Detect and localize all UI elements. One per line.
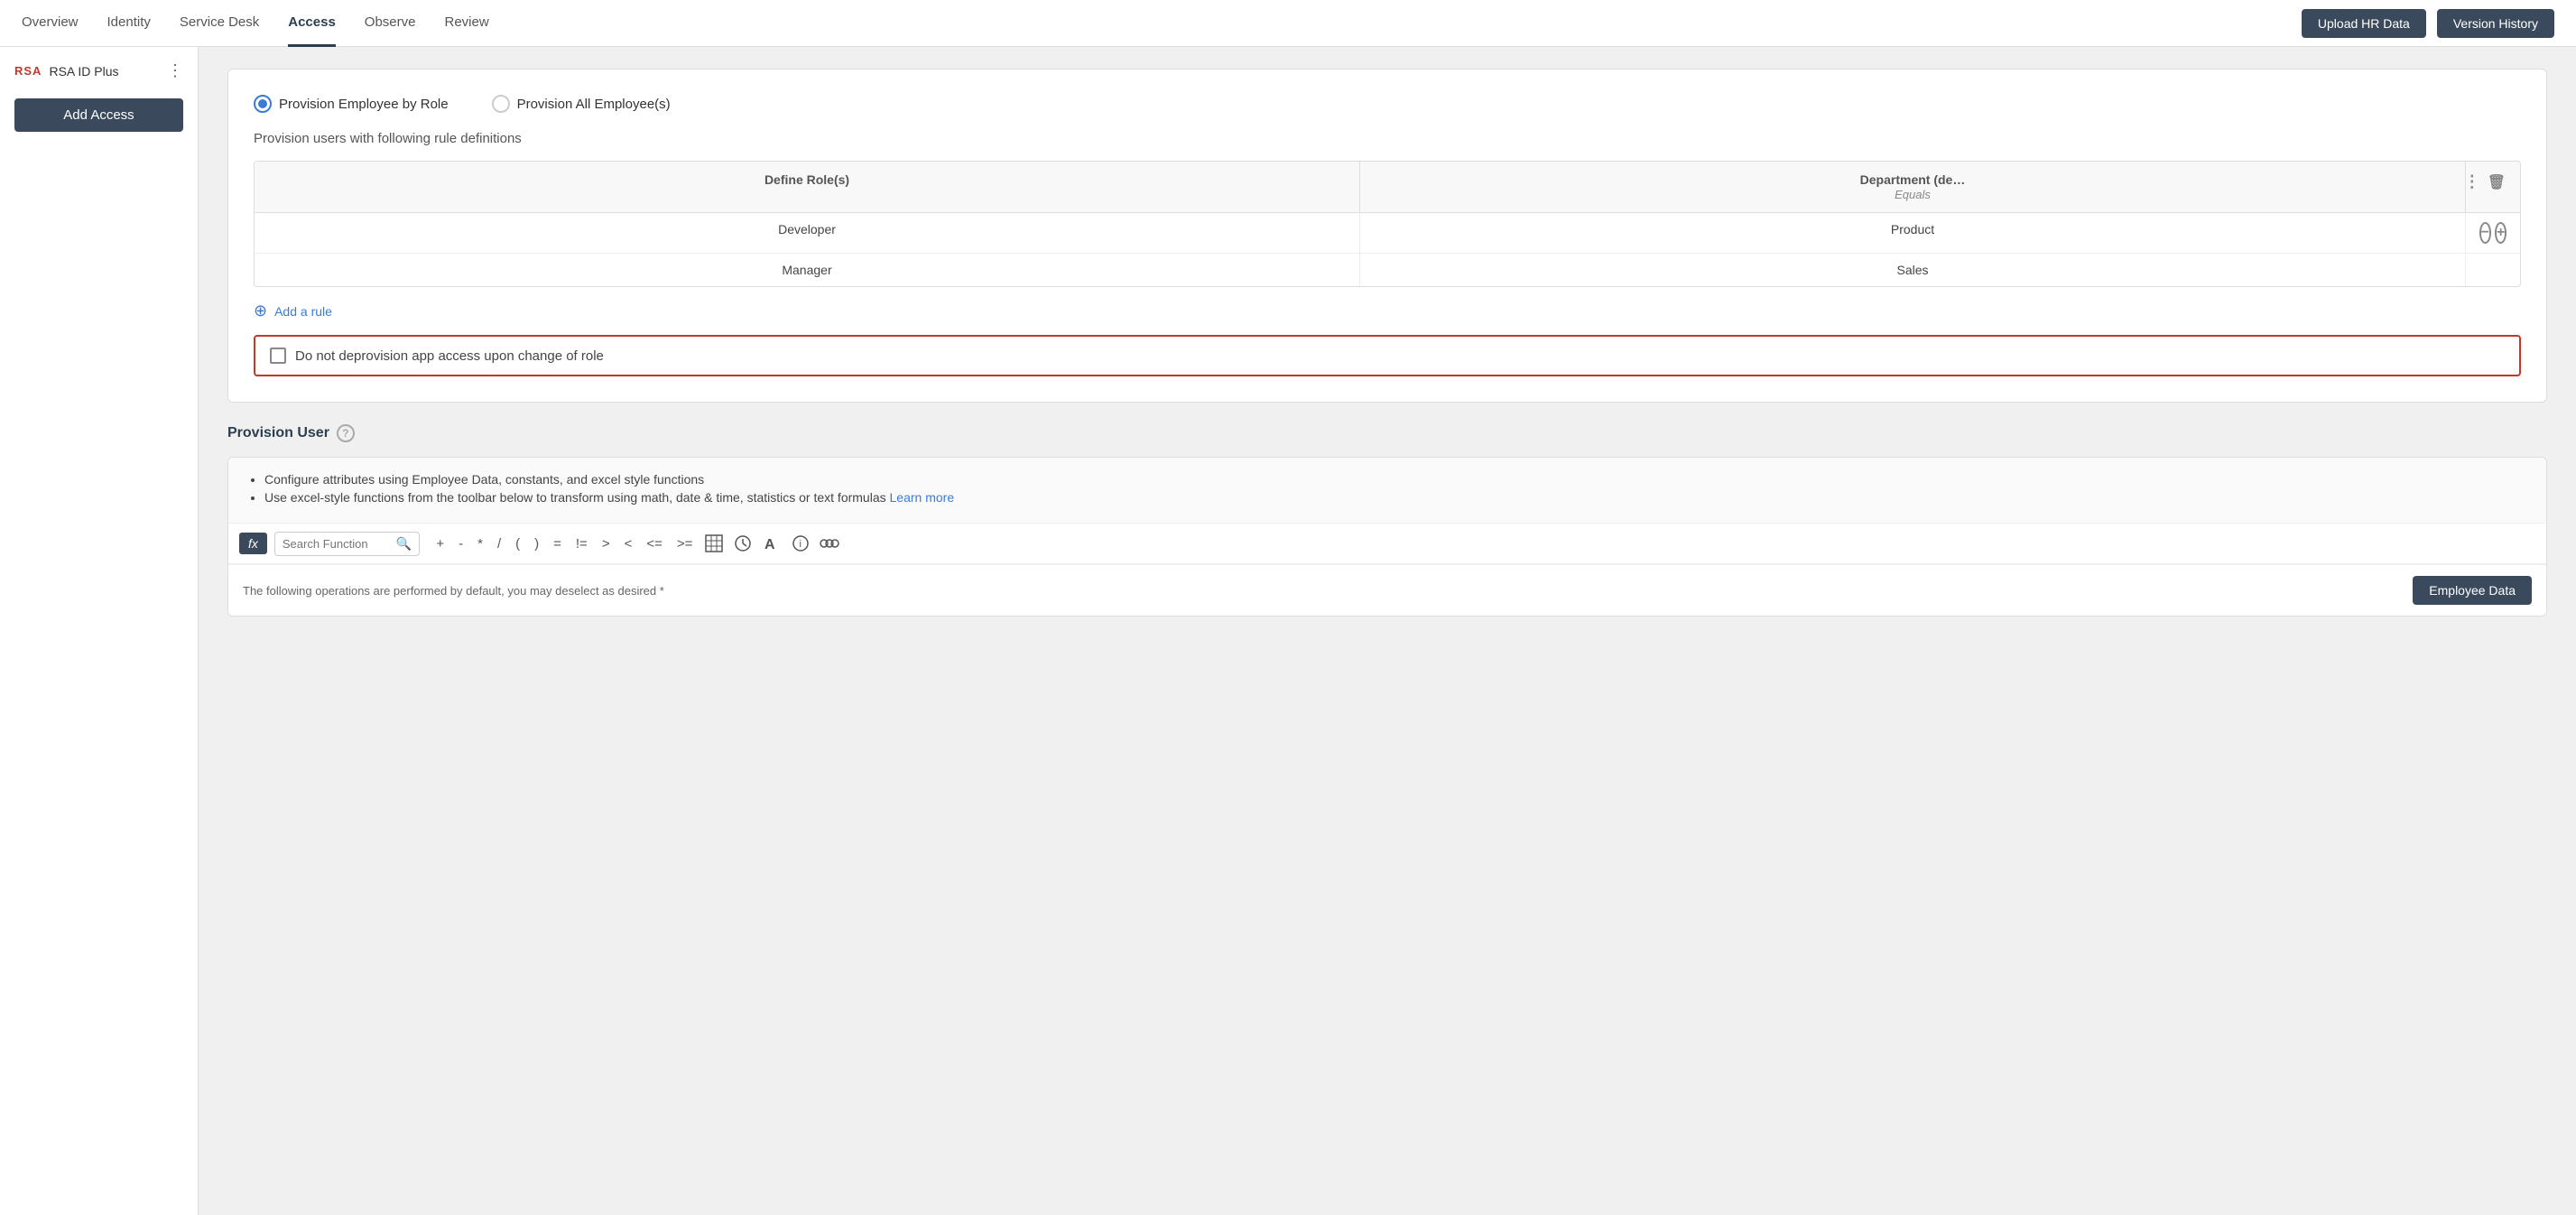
sidebar-logo: RSA RSA ID Plus bbox=[14, 64, 118, 79]
sidebar-menu-icon[interactable]: ⋮ bbox=[167, 61, 183, 80]
employee-data-button[interactable]: Employee Data bbox=[2413, 576, 2532, 605]
radio-group: Provision Employee by Role Provision All… bbox=[254, 95, 2521, 113]
col-role-header: Define Role(s) bbox=[255, 162, 1360, 213]
table-row: Developer Product − + bbox=[255, 213, 2520, 254]
rule-table-header: Define Role(s) Department (de… Equals ⋮ … bbox=[255, 162, 2520, 213]
toolbar-op-minus[interactable]: - bbox=[453, 534, 468, 553]
top-nav: Overview Identity Service Desk Access Ob… bbox=[0, 0, 2576, 47]
provision-card: Configure attributes using Employee Data… bbox=[227, 457, 2547, 617]
svg-text:i: i bbox=[800, 539, 802, 550]
toolbar-op-divide[interactable]: / bbox=[492, 534, 506, 553]
add-rule-icon: ⊕ bbox=[254, 301, 267, 320]
provision-rule-text: Provision users with following rule defi… bbox=[254, 131, 2521, 146]
toolbar-op-lte[interactable]: <= bbox=[641, 534, 668, 553]
bottom-operations-text: The following operations are performed b… bbox=[243, 584, 664, 598]
provision-user-title: Provision User bbox=[227, 425, 329, 441]
row1-actions: − + bbox=[2466, 213, 2520, 253]
add-rule-link[interactable]: ⊕ Add a rule bbox=[254, 301, 2521, 320]
radio-label-by-role: Provision Employee by Role bbox=[279, 97, 449, 112]
deprovision-checkbox[interactable] bbox=[270, 348, 286, 364]
learn-more-link[interactable]: Learn more bbox=[890, 490, 955, 505]
svg-text:A: A bbox=[764, 537, 775, 552]
row2-actions bbox=[2466, 254, 2520, 286]
nav-overview[interactable]: Overview bbox=[22, 0, 79, 47]
rule-table: Define Role(s) Department (de… Equals ⋮ … bbox=[254, 161, 2521, 287]
add-access-button[interactable]: Add Access bbox=[14, 98, 183, 132]
sidebar: RSA RSA ID Plus ⋮ Add Access bbox=[0, 47, 199, 1215]
col-header-actions: ⋮ 🗑 bbox=[2466, 162, 2520, 213]
row2-dept: Sales bbox=[1360, 254, 2466, 286]
table-row: Manager Sales bbox=[255, 254, 2520, 286]
upload-hr-data-button[interactable]: Upload HR Data bbox=[2302, 9, 2426, 38]
fx-label: fx bbox=[239, 533, 267, 554]
version-history-button[interactable]: Version History bbox=[2437, 9, 2554, 38]
nav-items: Overview Identity Service Desk Access Ob… bbox=[22, 0, 489, 47]
toolbar-op-lparen[interactable]: ( bbox=[510, 534, 525, 553]
section-title: Provision User ? bbox=[227, 424, 2547, 442]
toolbar-op-equals[interactable]: = bbox=[548, 534, 567, 553]
nav-buttons: Upload HR Data Version History bbox=[2302, 9, 2554, 38]
nav-service-desk[interactable]: Service Desk bbox=[180, 0, 259, 47]
toolbar-op-rparen[interactable]: ) bbox=[529, 534, 544, 553]
radio-label-all: Provision All Employee(s) bbox=[517, 97, 671, 112]
search-icon: 🔍 bbox=[396, 536, 412, 552]
search-function-box[interactable]: 🔍 bbox=[274, 532, 420, 556]
toolbar-op-plus[interactable]: + bbox=[431, 534, 449, 553]
toolbar-font-icon[interactable]: A bbox=[759, 531, 784, 556]
bottom-bar: The following operations are performed b… bbox=[228, 564, 2546, 616]
toolbar-op-gt[interactable]: > bbox=[597, 534, 616, 553]
main-content: Provision Employee by Role Provision All… bbox=[199, 47, 2576, 1215]
radio-option-all-employees[interactable]: Provision All Employee(s) bbox=[492, 95, 671, 113]
help-icon[interactable]: ? bbox=[337, 424, 355, 442]
plus-button-row1[interactable]: + bbox=[2495, 222, 2507, 244]
radio-circle-all bbox=[492, 95, 510, 113]
bullet-1: Configure attributes using Employee Data… bbox=[264, 472, 2528, 487]
radio-circle-by-role bbox=[254, 95, 272, 113]
minus-button-row1[interactable]: − bbox=[2479, 222, 2491, 244]
checkbox-area: Do not deprovision app access upon chang… bbox=[254, 335, 2521, 376]
sidebar-header: RSA RSA ID Plus ⋮ bbox=[14, 61, 183, 80]
row2-role: Manager bbox=[255, 254, 1360, 286]
toolbar-clock-icon[interactable] bbox=[730, 531, 755, 556]
row1-role: Developer bbox=[255, 213, 1360, 253]
checkbox-label: Do not deprovision app access upon chang… bbox=[295, 348, 604, 364]
table-trash-icon[interactable]: 🗑 bbox=[2488, 173, 2506, 191]
add-rule-label: Add a rule bbox=[274, 304, 332, 319]
nav-access[interactable]: Access bbox=[288, 0, 336, 47]
bullets-area: Configure attributes using Employee Data… bbox=[228, 458, 2546, 524]
col-dept-header: Department (de… Equals bbox=[1360, 162, 2466, 213]
search-function-input[interactable] bbox=[283, 537, 391, 551]
formula-toolbar: fx 🔍 + - * / ( ) = != > < <= >= bbox=[228, 524, 2546, 564]
nav-identity[interactable]: Identity bbox=[107, 0, 151, 47]
row1-dept: Product bbox=[1360, 213, 2466, 253]
toolbar-op-notequals[interactable]: != bbox=[570, 534, 593, 553]
toolbar-op-lt[interactable]: < bbox=[619, 534, 638, 553]
col-dept-sub: Equals bbox=[1895, 188, 1931, 201]
toolbar-op-gte[interactable]: >= bbox=[672, 534, 699, 553]
toolbar-op-multiply[interactable]: * bbox=[472, 534, 488, 553]
toolbar-table-icon[interactable] bbox=[701, 531, 727, 556]
toolbar-info-icon[interactable]: i bbox=[788, 531, 813, 556]
provision-by-role-card: Provision Employee by Role Provision All… bbox=[227, 69, 2547, 403]
bullet-2: Use excel-style functions from the toolb… bbox=[264, 490, 2528, 505]
layout: RSA RSA ID Plus ⋮ Add Access Provision E… bbox=[0, 47, 2576, 1215]
nav-review[interactable]: Review bbox=[445, 0, 489, 47]
table-dots-icon[interactable]: ⋮ bbox=[2464, 172, 2480, 191]
radio-option-by-role[interactable]: Provision Employee by Role bbox=[254, 95, 449, 113]
sidebar-app-title: RSA ID Plus bbox=[49, 64, 118, 79]
provision-user-section: Provision User ? Configure attributes us… bbox=[227, 424, 2547, 617]
toolbar-formula-icon[interactable] bbox=[817, 531, 842, 556]
rsa-logo-text: RSA bbox=[14, 64, 42, 78]
nav-observe[interactable]: Observe bbox=[365, 0, 416, 47]
